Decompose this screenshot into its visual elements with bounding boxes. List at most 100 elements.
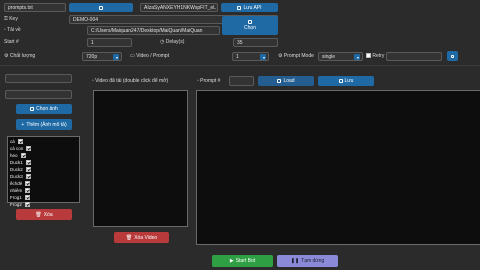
video-prompt-label: ▭ Video / Prompt xyxy=(130,53,170,59)
save-prompt-button[interactable]: Lưu xyxy=(318,76,374,86)
sample-name: Duck2 xyxy=(10,167,23,172)
downloaded-videos-list[interactable] xyxy=(93,90,188,227)
save-prompt-label: Lưu xyxy=(344,78,354,84)
sample-list-item[interactable]: heo xyxy=(10,152,77,159)
sample-checkbox[interactable] xyxy=(26,146,32,152)
start-value: 1 xyxy=(91,40,94,46)
play-icon: ▶ xyxy=(229,258,234,264)
video-prompt-value: 1 xyxy=(236,54,239,60)
video-prompt-select[interactable]: 1 ▾ xyxy=(232,52,269,61)
chevron-down-icon: ▾ xyxy=(115,55,118,60)
sample-list-item[interactable]: ếchđẻ xyxy=(10,180,77,187)
retry-apply-button[interactable] xyxy=(447,51,458,61)
choose-folder-label: Chọn xyxy=(244,25,256,31)
key-icon: ⚿ xyxy=(4,16,8,22)
pause-label: Tạm dừng xyxy=(301,258,325,264)
prompt-mode-label: ⚙ Prompt Mode xyxy=(278,53,314,59)
sample-checkbox[interactable] xyxy=(25,174,31,180)
video-icon: ▭ xyxy=(130,53,135,59)
retry-label: Retry xyxy=(366,53,384,59)
clock-icon: ◷ xyxy=(160,39,165,45)
save-to-label: ▫ Tải về xyxy=(4,27,21,33)
key-label: ⚿ Key xyxy=(4,16,18,22)
retry-input[interactable] xyxy=(386,52,442,61)
sample-name: Frog2 xyxy=(10,202,22,207)
sample-checkbox[interactable] xyxy=(20,153,26,159)
sample-checkbox[interactable] xyxy=(24,202,30,208)
section-divider xyxy=(0,65,480,66)
save-to-input[interactable]: C:/Users/Maiquan247/Desktop/MaiQuan/MaiQ… xyxy=(87,26,220,35)
chevron-down-icon: ▾ xyxy=(356,55,359,60)
choose-image-button[interactable]: Chọn ảnh xyxy=(16,104,72,114)
sample-list-item[interactable]: cá xyxy=(10,138,77,145)
plus-icon: + xyxy=(21,121,25,128)
start-bot-button[interactable]: ▶ Start Bot xyxy=(212,255,273,267)
sample-name: cá xyxy=(10,139,15,144)
delete-sample-label: Xóa xyxy=(43,211,53,218)
sample-checkbox[interactable] xyxy=(25,160,31,166)
sample-list-item[interactable]: Frog1 xyxy=(10,194,77,201)
prompt-mode-value: single xyxy=(322,54,336,60)
sample-name: heo xyxy=(10,153,18,158)
start-bot-label: Start Bot xyxy=(235,258,256,264)
sample-list-item[interactable]: cá con xyxy=(10,145,77,152)
sample-checkbox[interactable] xyxy=(25,167,31,173)
sample-list[interactable]: cá cá con heo Duck1 Duck2 Duck3 ếchđẻ nhiêm Frog… xyxy=(7,136,80,208)
save-api-button[interactable]: Lưu API xyxy=(221,3,278,12)
apply-icon xyxy=(451,54,454,58)
delete-sample-button[interactable]: 🗑 Xóa xyxy=(16,209,72,220)
sample-list-item[interactable]: Frog2 xyxy=(10,201,77,208)
sample-list-item[interactable]: Duck3 xyxy=(10,173,77,180)
mode-icon: ⚙ xyxy=(278,53,283,59)
key-value: DEMO-004 xyxy=(73,17,99,23)
prompt-icon: ▫ xyxy=(197,78,199,84)
sample-checkbox[interactable] xyxy=(25,181,31,187)
chevron-down-icon: ▾ xyxy=(262,55,265,60)
sample-list-inner: cá cá con heo Duck1 Duck2 Duck3 ếchđẻ nhiêm Frog… xyxy=(10,138,77,208)
sample-checkbox[interactable] xyxy=(25,188,31,194)
retry-checkbox[interactable] xyxy=(366,53,371,59)
sample-list-item[interactable]: Duck1 xyxy=(10,159,77,166)
downloaded-videos-title: ▫ Video đã tải (double click để mở) xyxy=(92,78,169,84)
prompts-file-field[interactable]: prompts.txt xyxy=(4,3,66,12)
load-button[interactable]: Load xyxy=(258,76,314,86)
sample-list-item[interactable]: nhiêm xyxy=(10,187,77,194)
prompt-number-label: ▫ Prompt # xyxy=(197,78,221,84)
prompts-file-value: prompts.txt xyxy=(8,5,33,11)
settings-icon: ⚙ xyxy=(4,53,9,59)
delay-label: ◷ Delay(s) xyxy=(160,39,185,45)
delay-value: 35 xyxy=(237,40,243,46)
add-image-label: Thêm (Ảnh mô tả) xyxy=(26,121,67,128)
folder-icon xyxy=(99,5,103,10)
quality-label: ⚙ Chất lượng xyxy=(4,53,36,59)
save-icon xyxy=(338,79,343,83)
folder-small-icon: ▫ xyxy=(4,27,6,33)
delay-input[interactable]: 35 xyxy=(233,38,278,47)
pause-button[interactable]: ❚❚ Tạm dừng xyxy=(277,255,338,267)
quality-select[interactable]: 720p ▾ xyxy=(82,52,122,61)
choose-folder-icon xyxy=(248,20,252,24)
prompt-editor[interactable] xyxy=(196,90,480,245)
sample-name: Duck3 xyxy=(10,174,23,179)
sample-list-item[interactable]: Duck2 xyxy=(10,166,77,173)
add-image-button[interactable]: + Thêm (Ảnh mô tả) xyxy=(16,119,72,130)
pause-icon: ❚❚ xyxy=(290,258,300,264)
left-input-1[interactable] xyxy=(5,74,72,83)
api-key-value: AIzaSyANXEYH1NKWspFIT_eL xyxy=(144,5,216,11)
load-label: Load xyxy=(283,78,295,84)
delete-video-button[interactable]: 🗑 Xóa Video xyxy=(114,232,169,243)
save-icon xyxy=(237,5,242,10)
sample-checkbox[interactable] xyxy=(17,139,23,145)
sample-checkbox[interactable] xyxy=(24,195,30,201)
left-input-2[interactable] xyxy=(5,90,72,99)
api-key-field[interactable]: AIzaSyANXEYH1NKWspFIT_eL xyxy=(140,3,218,12)
choose-folder-button[interactable]: Chọn xyxy=(222,16,278,35)
start-label: Start # xyxy=(4,39,19,45)
prompt-number-input[interactable] xyxy=(229,76,254,86)
choose-image-label: Chọn ảnh xyxy=(36,106,58,112)
prompt-mode-select[interactable]: single ▾ xyxy=(318,52,363,61)
sample-name: nhiêm xyxy=(10,188,23,193)
start-input[interactable]: 1 xyxy=(87,38,132,47)
browse-prompts-button[interactable] xyxy=(69,3,133,12)
sample-name: Frog1 xyxy=(10,195,22,200)
